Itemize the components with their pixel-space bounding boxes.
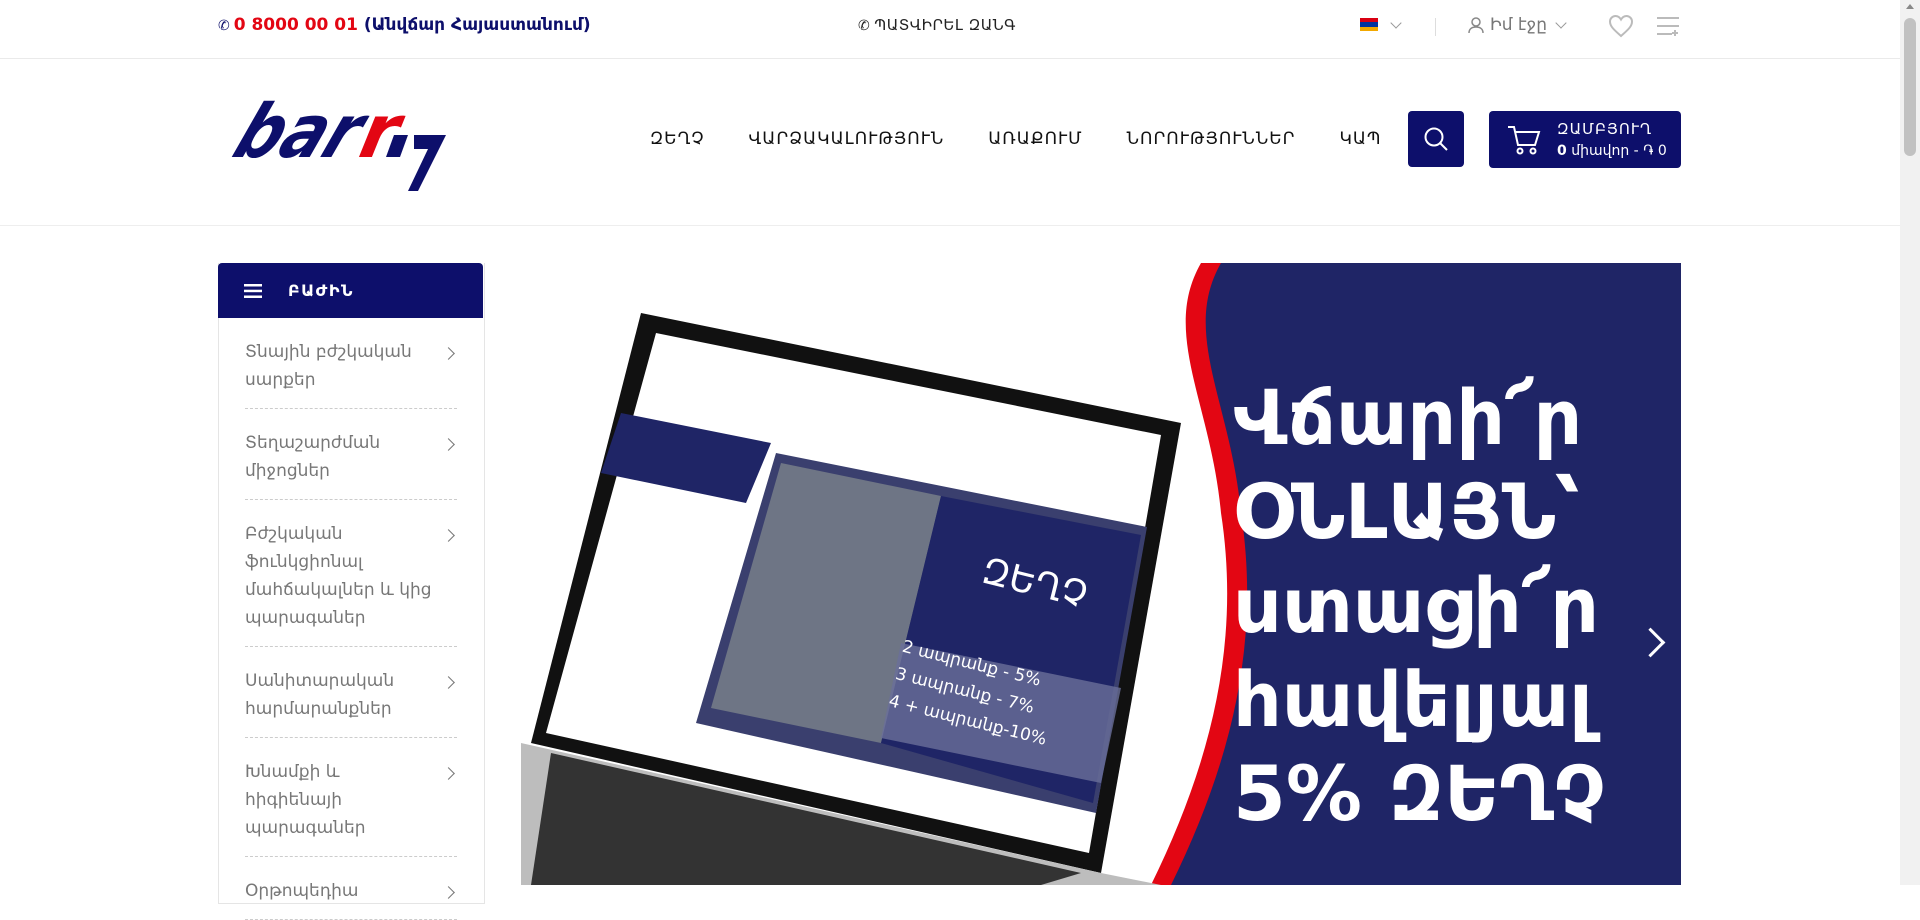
chevron-down-icon xyxy=(1390,16,1402,29)
cart-summary: 0 միավոր - ֏ 0 xyxy=(1557,143,1667,159)
account-label: Իմ էջը xyxy=(1490,15,1547,35)
category-label: Տեղաշարժման միջոցներ xyxy=(245,433,381,481)
nav-discount[interactable]: ԶԵՂՉ xyxy=(650,129,705,149)
main-navigation: ԶԵՂՉ ՎԱՐՁԱԿԱԼՈՒԹՅՈՒՆ ԱՌԱՔՈՒՄ ՆՈՐՈՒԹՅՈՒՆՆ… xyxy=(650,129,1382,149)
promo-line: հավելյալ xyxy=(1233,655,1593,744)
category-title: ԲԱԺԻՆ xyxy=(288,281,354,300)
category-label: Սանիտարական հարմարանքներ xyxy=(245,671,395,719)
category-item[interactable]: Խնամքի և հիգիենայի պարագաներ xyxy=(245,738,457,857)
search-icon xyxy=(1424,127,1448,151)
nav-rental[interactable]: ՎԱՐՁԱԿԱԼՈՒԹՅՈՒՆ xyxy=(749,129,945,149)
chevron-right-icon xyxy=(442,767,455,780)
chevron-down-icon xyxy=(1555,17,1567,29)
cart-count: 0 xyxy=(1557,143,1567,159)
phone-contact[interactable]: ✆ 0 8000 00 01 (Անվճար Հայաստանում) xyxy=(218,15,591,35)
cart-summary-text: միավոր - ֏ 0 xyxy=(1566,143,1667,159)
category-list: Տնային բժշկական սարքեր Տեղաշարժման միջոց… xyxy=(245,318,457,920)
category-item[interactable]: Բժշկական ֆունկցիոնալ մահճակալներ և կից պ… xyxy=(245,500,457,647)
cart-button[interactable]: ԶԱՄԲՅՈՒՂ 0 միավոր - ֏ 0 xyxy=(1489,111,1681,168)
page-scrollbar[interactable] xyxy=(1900,0,1920,885)
nav-delivery[interactable]: ԱՌԱՔՈՒՄ xyxy=(988,129,1082,149)
phone-note: (Անվճար Հայաստանում) xyxy=(363,15,591,35)
account-menu[interactable]: Իմ էջը xyxy=(1468,15,1567,35)
language-selector[interactable] xyxy=(1360,16,1402,31)
category-label: Բժշկական ֆունկցիոնալ մահճակալներ և կից պ… xyxy=(245,524,432,628)
search-button[interactable] xyxy=(1408,111,1464,167)
top-bar: ✆ 0 8000 00 01 (Անվճար Հայաստանում) ✆ ՊԱՏՎ… xyxy=(0,0,1900,59)
phone-number[interactable]: 0 8000 00 01 xyxy=(234,15,358,35)
logo[interactable]: bar r xyxy=(218,87,462,201)
nav-news[interactable]: ՆՈՐՈՒԹՅՈՒՆՆԵՐ xyxy=(1127,129,1296,149)
chevron-right-icon xyxy=(442,529,455,542)
cart-icon xyxy=(1508,126,1541,155)
scrollbar-thumb[interactable] xyxy=(1904,18,1916,156)
user-icon xyxy=(1468,16,1484,33)
chevron-right-icon xyxy=(442,438,455,451)
promo-line: Վճարի՜ր xyxy=(1233,373,1583,462)
promo-line: 5% ԶԵՂՉ xyxy=(1233,749,1606,838)
divider xyxy=(1435,18,1436,36)
callback-label: ՊԱՏՎԻՐԵԼ ԶԱՆԳ xyxy=(874,16,1016,34)
list-menu-icon[interactable] xyxy=(1656,16,1680,36)
category-item[interactable]: Տնային բժշկական սարքեր xyxy=(245,318,457,409)
category-label: Խնամքի և հիգիենայի պարագաներ xyxy=(245,762,366,838)
main-header: bar r ԶԵՂՉ ՎԱՐՁԱԿԱԼՈՒԹՅՈՒՆ ԱՌԱՔՈՒՄ ՆՈՐՈՒ… xyxy=(0,59,1900,226)
heart-icon[interactable] xyxy=(1608,14,1634,38)
promo-text: Վճարի՜ր ՕՆԼԱՅՆ՝ ստացի՜ր հավելյալ 5% ԶԵՂՉ xyxy=(1233,371,1605,841)
chevron-right-icon xyxy=(442,347,455,360)
cart-title: ԶԱՄԲՅՈՒՂ xyxy=(1557,120,1653,138)
promo-line: ՕՆԼԱՅՆ՝ xyxy=(1233,467,1581,556)
category-header[interactable]: ԲԱԺԻՆ xyxy=(218,263,483,318)
chevron-right-icon xyxy=(442,886,455,899)
category-item[interactable]: Սանիտարական հարմարանքներ xyxy=(245,647,457,738)
callback-link[interactable]: ✆ ՊԱՏՎԻՐԵԼ ԶԱՆԳ xyxy=(858,16,1016,34)
chevron-right-icon xyxy=(442,676,455,689)
phone-icon: ✆ xyxy=(218,18,230,34)
category-label: Տնային բժշկական սարքեր xyxy=(245,342,412,390)
scroll-up-icon[interactable] xyxy=(1906,4,1914,9)
nav-contact[interactable]: ԿԱՊ xyxy=(1339,129,1381,149)
barry-logo: bar r xyxy=(222,90,446,191)
hero-banner[interactable]: ԶԵՂՉ 2 ապրանք - 5% 3 ապրանք - 7% 4 + ապր… xyxy=(521,263,1681,885)
hamburger-icon xyxy=(244,284,262,298)
phone-icon: ✆ xyxy=(858,18,871,34)
category-item[interactable]: Տեղաշարժման միջոցներ xyxy=(245,409,457,500)
armenian-flag-icon xyxy=(1360,18,1378,31)
category-item[interactable]: Օրթոպեդիա xyxy=(245,857,457,920)
promo-line: ստացի՜ր xyxy=(1233,561,1600,650)
category-label: Օրթոպեդիա xyxy=(245,881,359,901)
laptop-image xyxy=(521,313,1181,885)
